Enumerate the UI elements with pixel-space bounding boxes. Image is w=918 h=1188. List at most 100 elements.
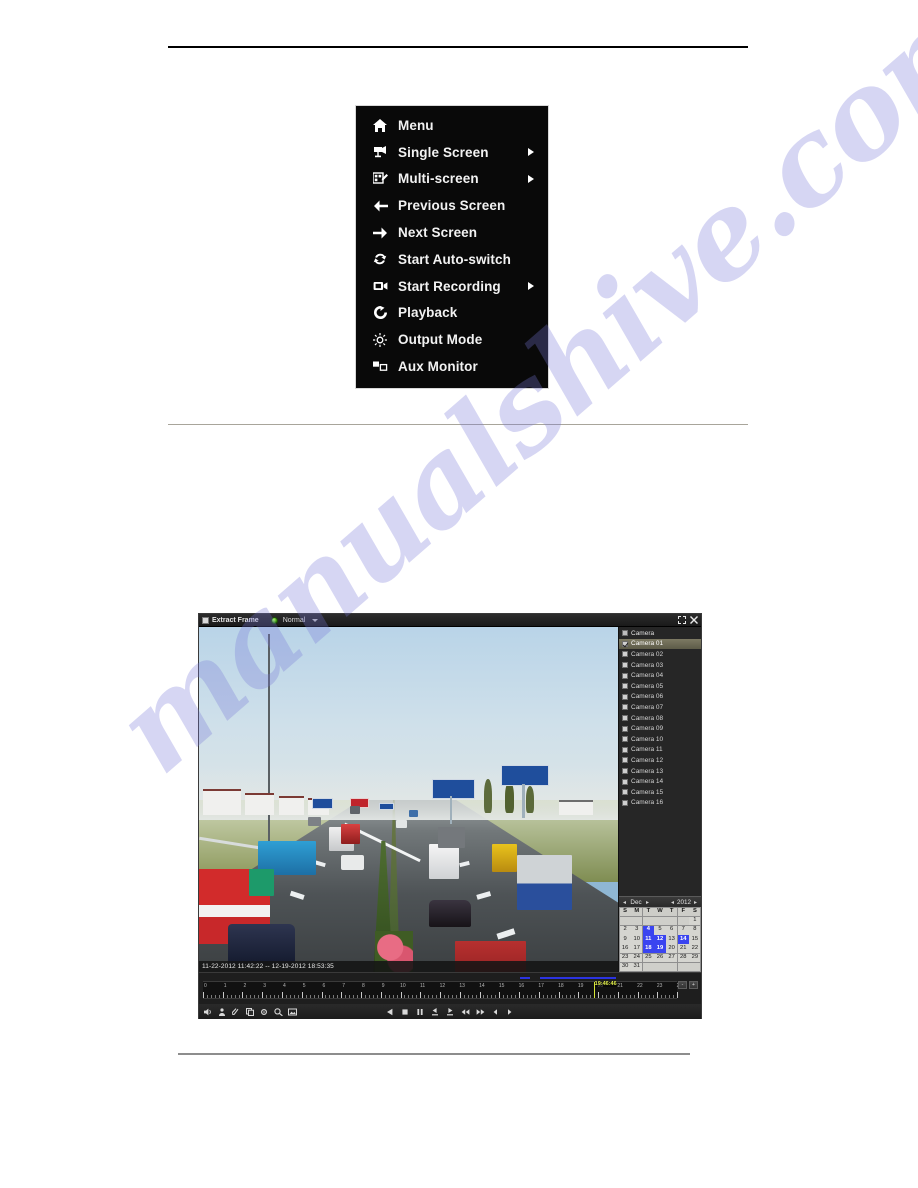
camera-list-item[interactable]: Camera 06 xyxy=(619,692,701,703)
calendar-day[interactable]: 7 xyxy=(677,926,689,935)
clip-icon[interactable] xyxy=(231,1007,241,1017)
camera-list-item[interactable]: Camera 10 xyxy=(619,734,701,745)
camera-checkbox[interactable] xyxy=(622,651,628,658)
playback-control-area[interactable]: 19:46:46 0 1 2 3 4 5 6 7 8 9 10 11 12 13 14 15 16 17 18 19 2… xyxy=(199,972,701,1019)
camera-checkbox[interactable] xyxy=(622,704,628,711)
pause-icon[interactable] xyxy=(415,1007,425,1017)
timeline-playhead[interactable]: 19:46:46 xyxy=(593,981,617,998)
calendar-day-recorded[interactable]: 4 xyxy=(642,926,654,935)
menu-item-next-screen[interactable]: Next Screen xyxy=(356,219,548,246)
dvr-playback-window[interactable]: Extract Frame Normal 11-22-2012 11:42:22… xyxy=(198,613,702,1019)
menu-item-multi-screen[interactable]: Multi-screen xyxy=(356,166,548,193)
playback-tool-buttons[interactable] xyxy=(199,1007,297,1017)
frame-forward-icon[interactable] xyxy=(445,1007,455,1017)
calendar-day[interactable]: 2 xyxy=(619,926,631,935)
calendar-day[interactable]: 26 xyxy=(654,953,666,963)
camera-checkbox[interactable] xyxy=(622,757,628,764)
camera-checkbox[interactable] xyxy=(622,683,628,690)
camera-list-item[interactable]: Camera 03 xyxy=(619,660,701,671)
camera-all-checkbox[interactable] xyxy=(622,630,628,637)
audio-icon[interactable] xyxy=(203,1007,213,1017)
calendar-day-recorded[interactable]: 18 xyxy=(642,944,654,954)
menu-item-aux-monitor[interactable]: Aux Monitor xyxy=(356,353,548,380)
menu-item-output-mode[interactable]: Output Mode xyxy=(356,326,548,353)
camera-checkbox[interactable] xyxy=(622,799,628,806)
calendar-day[interactable]: 25 xyxy=(642,953,654,963)
snapshot-icon[interactable] xyxy=(287,1007,297,1017)
calendar-day[interactable]: 15 xyxy=(689,935,701,944)
transport-control-row[interactable] xyxy=(199,1004,701,1019)
playback-timeline[interactable]: 19:46:46 0 1 2 3 4 5 6 7 8 9 10 11 12 13 14 15 16 17 18 19 2… xyxy=(203,981,682,999)
settings-icon[interactable] xyxy=(259,1007,269,1017)
chevron-right-icon[interactable]: ▸ xyxy=(692,899,699,906)
transport-buttons[interactable] xyxy=(385,1007,515,1017)
rewind-icon[interactable] xyxy=(460,1007,470,1017)
timeline-zoom-in-button[interactable]: + xyxy=(689,981,698,989)
stop-icon[interactable] xyxy=(400,1007,410,1017)
frame-back-icon[interactable] xyxy=(430,1007,440,1017)
camera-list-item[interactable]: Camera 05 xyxy=(619,681,701,692)
calendar-day[interactable]: 10 xyxy=(631,935,643,944)
calendar-day[interactable]: 30 xyxy=(619,962,631,972)
calendar-day[interactable]: 8 xyxy=(689,926,701,935)
camera-list-item[interactable]: Camera 09 xyxy=(619,723,701,734)
calendar-grid[interactable]: S M T W T F S 1 2 3 4 5 6 7 8 9 10 11 12 13 14 15 16 17 18 19 20 21… xyxy=(619,907,701,972)
camera-checkbox[interactable] xyxy=(622,693,628,700)
calendar-day-recorded[interactable]: 11 xyxy=(642,935,654,944)
smart-search-icon[interactable] xyxy=(273,1007,283,1017)
menu-item-menu[interactable]: Menu xyxy=(356,112,548,139)
calendar-day[interactable]: 21 xyxy=(677,944,689,954)
camera-list-item[interactable]: Camera 08 xyxy=(619,713,701,724)
timeline-zoom-out-button[interactable]: - xyxy=(678,981,687,989)
maximize-icon[interactable] xyxy=(677,616,686,625)
camera-checkbox[interactable] xyxy=(622,725,628,732)
camera-checkbox[interactable] xyxy=(622,736,628,743)
camera-list-item[interactable]: Camera 02 xyxy=(619,649,701,660)
camera-list-item[interactable]: Camera 12 xyxy=(619,755,701,766)
camera-list-header[interactable]: Camera xyxy=(619,628,701,639)
menu-item-previous-screen[interactable]: Previous Screen xyxy=(356,192,548,219)
calendar-day[interactable]: 16 xyxy=(619,944,631,954)
calendar-day[interactable]: 31 xyxy=(631,962,643,972)
camera-checkbox[interactable] xyxy=(622,715,628,722)
calendar-day[interactable]: 5 xyxy=(654,926,666,935)
chevron-left-icon[interactable]: ◂ xyxy=(669,899,676,906)
camera-list-item[interactable]: Camera 14 xyxy=(619,776,701,787)
camera-checkbox[interactable] xyxy=(622,672,628,679)
camera-list-item[interactable]: Camera 04 xyxy=(619,670,701,681)
camera-list-item[interactable]: Camera 15 xyxy=(619,787,701,798)
calendar-day[interactable]: 6 xyxy=(666,926,678,935)
camera-list-item[interactable]: Camera 01 xyxy=(619,638,701,650)
calendar-widget[interactable]: ◂ Dec ▸ ◂ 2012 ▸ S M T W T F S 1 2 3 4 5 6 7 8 9 10 11 12 1… xyxy=(619,896,701,972)
menu-item-start-auto-switch[interactable]: Start Auto-switch xyxy=(356,246,548,273)
prev-file-icon[interactable] xyxy=(490,1007,500,1017)
calendar-day-recorded[interactable]: 12 xyxy=(654,935,666,944)
close-icon[interactable] xyxy=(689,616,698,625)
menu-item-start-recording[interactable]: Start Recording xyxy=(356,273,548,300)
calendar-day[interactable]: 27 xyxy=(666,953,678,963)
recording-progress-row[interactable] xyxy=(204,974,696,981)
camera-checkbox[interactable] xyxy=(622,662,628,669)
camera-checkbox[interactable] xyxy=(622,768,628,775)
play-reverse-icon[interactable] xyxy=(385,1007,395,1017)
menu-item-playback[interactable]: Playback xyxy=(356,300,548,327)
extract-frame-checkbox[interactable] xyxy=(202,616,209,624)
fast-forward-icon[interactable] xyxy=(475,1007,485,1017)
camera-checkbox[interactable] xyxy=(622,789,628,796)
video-viewport[interactable]: 11-22-2012 11:42:22 -- 12-19-2012 18:53:… xyxy=(199,627,618,972)
calendar-day[interactable]: 23 xyxy=(619,953,631,963)
chevron-right-icon[interactable]: ▸ xyxy=(644,899,651,906)
camera-checkbox[interactable] xyxy=(622,746,628,753)
calendar-day[interactable]: 20 xyxy=(666,944,678,954)
camera-checkbox[interactable] xyxy=(622,778,628,785)
calendar-day-recorded[interactable]: 19 xyxy=(654,944,666,954)
recording-segment[interactable] xyxy=(519,977,530,979)
year-selector[interactable]: ◂ 2012 ▸ xyxy=(669,899,699,906)
calendar-day[interactable]: 1 xyxy=(689,916,701,926)
recording-segment[interactable] xyxy=(540,977,617,979)
camera-list-item[interactable]: Camera 16 xyxy=(619,798,701,809)
camera-list-item[interactable]: Camera 07 xyxy=(619,702,701,713)
next-file-icon[interactable] xyxy=(505,1007,515,1017)
calendar-day-recorded[interactable]: 14 xyxy=(677,935,689,944)
chevron-left-icon[interactable]: ◂ xyxy=(621,899,628,906)
